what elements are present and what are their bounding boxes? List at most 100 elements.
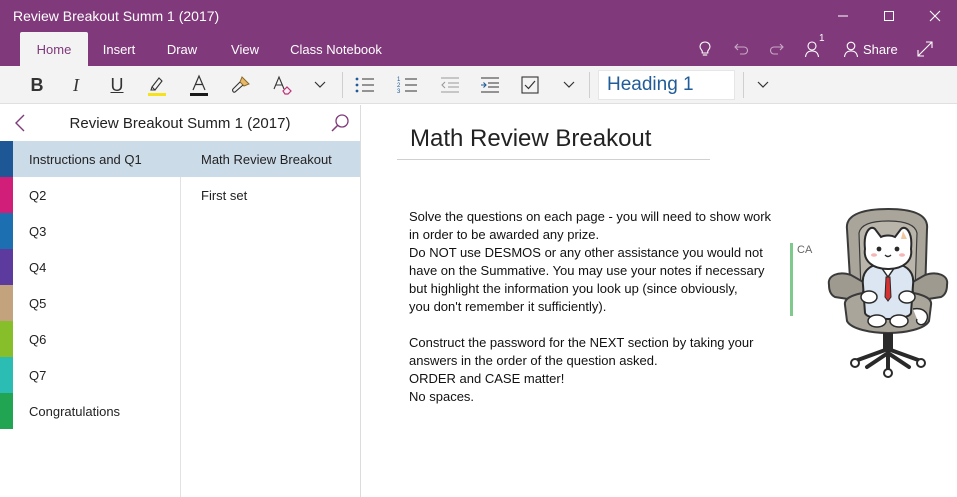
note-line: have on the Summative. You may use your … — [409, 263, 765, 278]
section-label: Q6 — [29, 331, 47, 347]
checkbox-icon — [521, 76, 539, 94]
maximize-icon — [884, 11, 894, 21]
section-label: Q7 — [29, 367, 47, 383]
chevron-down-icon — [563, 81, 575, 88]
section-label: Congratulations — [29, 403, 121, 419]
to-do-tag-button[interactable] — [515, 70, 545, 100]
notebook-title[interactable]: Review Breakout Summ 1 (2017) — [40, 105, 320, 142]
tab-class-notebook[interactable]: Class Notebook — [283, 32, 389, 66]
cat-in-chair-sticker[interactable] — [825, 205, 951, 383]
page-item-math-review-breakout[interactable]: Math Review Breakout — [181, 141, 361, 177]
highlight-button[interactable] — [142, 70, 172, 100]
page-title[interactable]: Math Review Breakout — [410, 125, 651, 153]
numbering-button[interactable]: 1 2 3 — [393, 70, 423, 100]
section-tab-q6[interactable]: Q6 — [0, 321, 181, 357]
highlighter-icon — [148, 77, 166, 96]
ribbon: B I U 1 2 3 Heading 1 — [0, 66, 957, 104]
tab-home[interactable]: Home — [20, 32, 88, 66]
svg-text:3: 3 — [397, 89, 401, 95]
page-item-first-set[interactable]: First set — [181, 177, 361, 213]
minimize-button[interactable] — [820, 0, 866, 32]
section-tab-instructions[interactable]: Instructions and Q1 — [0, 141, 181, 177]
note-container[interactable]: Solve the questions on each page - you w… — [409, 208, 799, 406]
tab-insert[interactable]: Insert — [94, 32, 144, 66]
bullet-list-icon — [355, 77, 374, 93]
underline-icon: U — [110, 74, 124, 95]
section-tab-congratulations[interactable]: Congratulations — [0, 393, 181, 429]
section-tab-q2[interactable]: Q2 — [0, 177, 181, 213]
font-color-icon — [190, 74, 208, 96]
close-icon — [929, 10, 941, 22]
section-label: Q2 — [29, 187, 47, 203]
section-color-bar — [0, 393, 13, 429]
page-label: First set — [201, 187, 248, 203]
tab-draw[interactable]: Draw — [158, 32, 206, 66]
notifications-button[interactable]: 1 — [801, 33, 827, 62]
share-label: Share — [863, 41, 898, 57]
italic-button[interactable]: I — [61, 70, 91, 100]
chevron-down-icon — [757, 81, 769, 88]
notification-count: 1 — [819, 33, 825, 44]
maximize-button[interactable] — [866, 0, 912, 32]
window-title: Review Breakout Summ 1 (2017) — [13, 8, 220, 24]
highlight-color-swatch — [148, 93, 166, 96]
increase-indent-button[interactable] — [475, 70, 505, 100]
section-label: Q4 — [29, 259, 47, 275]
note-line: Do NOT use DESMOS or any other assistanc… — [409, 245, 763, 260]
note-line: No spaces. — [409, 389, 475, 404]
underline-button[interactable]: U — [102, 70, 132, 100]
note-line: ORDER and CASE matter! — [409, 371, 565, 386]
paragraph-more-button[interactable] — [554, 70, 584, 100]
clear-formatting-icon — [273, 75, 292, 95]
style-value: Heading 1 — [607, 74, 694, 95]
style-select[interactable]: Heading 1 — [598, 70, 735, 100]
chevron-down-icon — [314, 81, 326, 88]
section-color-bar — [0, 141, 13, 177]
section-label: Q5 — [29, 295, 47, 311]
bullets-button[interactable] — [350, 70, 380, 100]
section-tab-q7[interactable]: Q7 — [0, 357, 181, 393]
page-list: Math Review Breakout First set — [181, 141, 361, 497]
tell-me-button[interactable] — [692, 36, 718, 62]
share-button[interactable]: Share — [843, 36, 898, 62]
section-tab-q4[interactable]: Q4 — [0, 249, 181, 285]
search-button[interactable] — [330, 113, 350, 133]
tab-view[interactable]: View — [222, 32, 268, 66]
section-color-bar — [0, 357, 13, 393]
note-line: in order to be awarded any prize. — [409, 227, 600, 242]
section-color-bar — [0, 213, 13, 249]
author-initials: CA — [797, 244, 813, 256]
font-more-button[interactable] — [305, 70, 335, 100]
close-button[interactable] — [912, 0, 957, 32]
navigation-header: Review Breakout Summ 1 (2017) — [0, 105, 360, 142]
expand-icon — [917, 41, 933, 57]
title-underline — [397, 159, 710, 160]
back-button[interactable] — [10, 111, 30, 135]
section-tab-q5[interactable]: Q5 — [0, 285, 181, 321]
tab-view-label: View — [231, 41, 259, 57]
undo-icon — [734, 43, 749, 55]
undo-button[interactable] — [728, 36, 754, 62]
page-canvas[interactable]: Math Review Breakout Solve the questions… — [361, 105, 957, 497]
note-line: but highlight the information you look u… — [409, 281, 738, 296]
section-color-bar — [0, 285, 13, 321]
clear-formatting-button[interactable] — [267, 70, 297, 100]
italic-icon: I — [73, 74, 79, 95]
font-color-button[interactable] — [184, 70, 214, 100]
decrease-indent-button[interactable] — [435, 70, 465, 100]
format-painter-button[interactable] — [226, 70, 256, 100]
lightbulb-icon — [699, 41, 711, 56]
tab-insert-label: Insert — [102, 41, 136, 57]
note-line: answers in the order of the question ask… — [409, 353, 658, 368]
bold-button[interactable]: B — [22, 70, 52, 100]
redo-button[interactable] — [764, 36, 790, 62]
section-color-bar — [0, 177, 13, 213]
note-line: you don't remember it sufficiently). — [409, 299, 607, 314]
full-screen-button[interactable] — [912, 36, 938, 62]
section-tab-q3[interactable]: Q3 — [0, 213, 181, 249]
author-indicator-bar — [790, 243, 793, 316]
section-label: Q3 — [29, 223, 47, 239]
styles-dropdown-button[interactable] — [748, 70, 778, 100]
ribbon-separator — [342, 72, 343, 98]
